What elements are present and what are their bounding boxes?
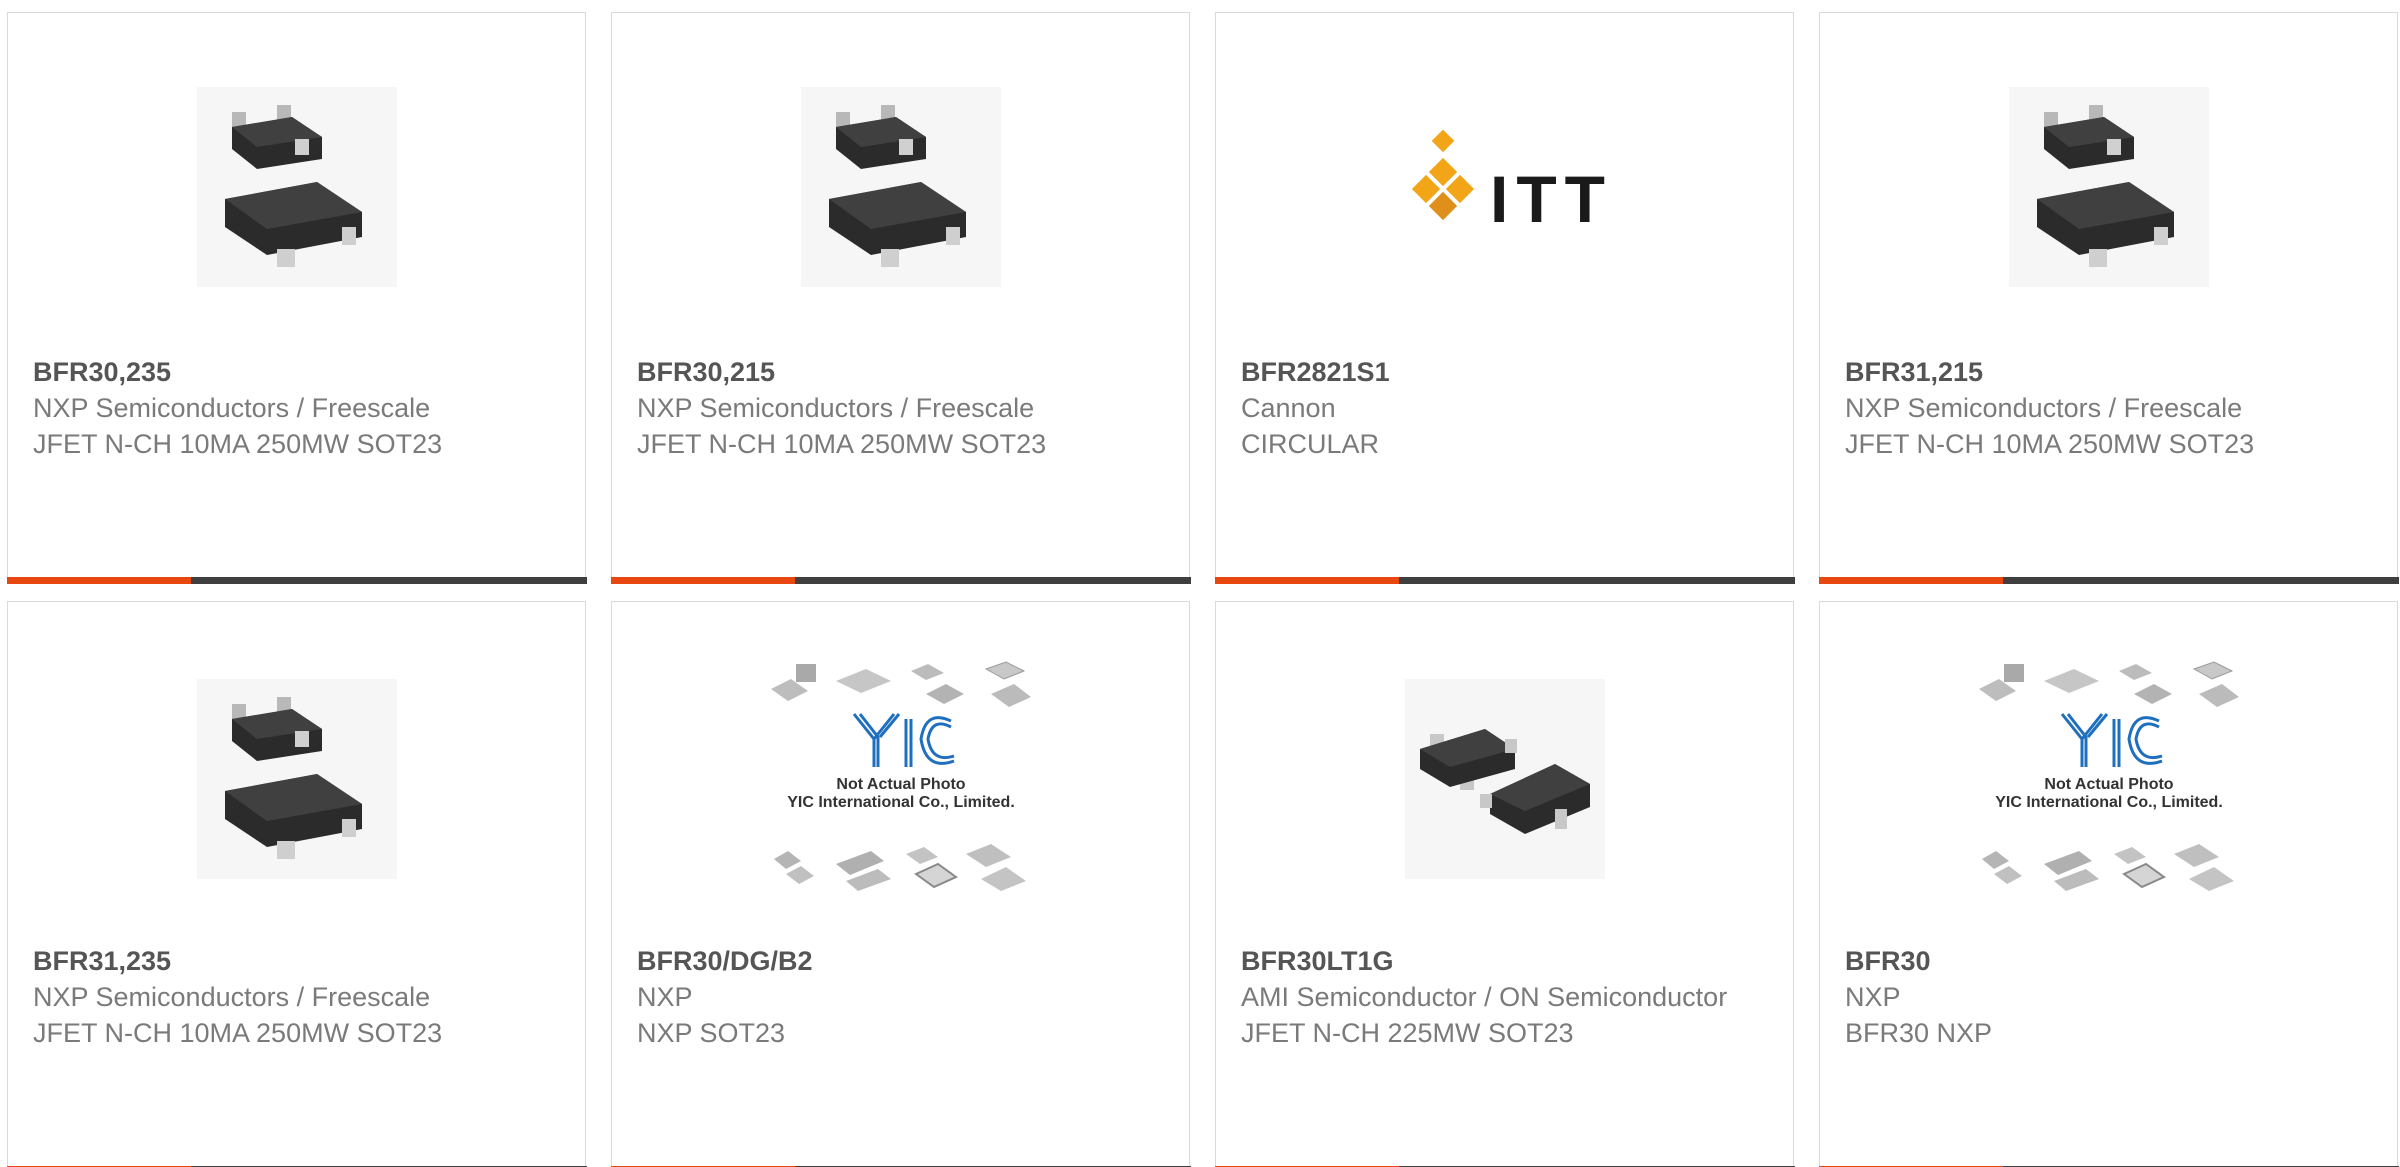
card-bottom-bar — [1818, 577, 2399, 584]
yic-placeholder-image: Not Actual Photo YIC International Co., … — [770, 661, 1031, 891]
sot23-transistor-icon — [196, 679, 397, 879]
product-image: ITT — [1216, 77, 1793, 297]
manufacturer: NXP — [1845, 982, 1901, 1012]
manufacturer: NXP Semiconductors / Freescale — [33, 982, 431, 1012]
manufacturer: Cannon — [1241, 393, 1336, 423]
product-image — [8, 669, 585, 889]
part-number[interactable]: BFR31,215 — [1845, 354, 2377, 390]
product-card[interactable]: Not Actual Photo YIC International Co., … — [610, 601, 1191, 1167]
product-info: BFR30,215 NXP Semiconductors / Freescale… — [637, 354, 1169, 462]
product-image: Not Actual Photo YIC International Co., … — [1820, 661, 2397, 891]
description: NXP SOT23 — [637, 1018, 786, 1048]
product-info: BFR30,235 NXP Semiconductors / Freescale… — [33, 354, 565, 462]
image-caption: YIC International Co., Limited. — [787, 794, 1015, 811]
manufacturer: NXP Semiconductors / Freescale — [637, 393, 1035, 423]
product-info: BFR2821S1 Cannon CIRCULAR — [1241, 354, 1773, 462]
product-card[interactable]: ITT BFR2821S1 Cannon CIRCULAR — [1214, 12, 1795, 584]
sot23-transistor-icon — [800, 87, 1001, 287]
card-accent-bar — [610, 577, 795, 584]
product-image: Not Actual Photo YIC International Co., … — [612, 661, 1189, 891]
description: JFET N-CH 10MA 250MW SOT23 — [637, 429, 1047, 459]
manufacturer: NXP Semiconductors / Freescale — [33, 393, 431, 423]
part-number[interactable]: BFR30LT1G — [1241, 943, 1773, 979]
product-image — [1216, 669, 1793, 889]
part-number[interactable]: BFR31,235 — [33, 943, 565, 979]
part-number[interactable]: BFR30,215 — [637, 354, 1169, 390]
sot23-transistor-side-icon — [1404, 679, 1605, 879]
itt-logo: ITT — [1411, 129, 1613, 236]
manufacturer: NXP Semiconductors / Freescale — [1845, 393, 2243, 423]
product-image — [1820, 77, 2397, 297]
product-info: BFR30LT1G AMI Semiconductor / ON Semicon… — [1241, 943, 1773, 1051]
yic-placeholder-image: Not Actual Photo YIC International Co., … — [1978, 661, 2239, 891]
product-card[interactable]: BFR30,235 NXP Semiconductors / Freescale… — [6, 12, 587, 584]
card-accent-bar — [1818, 577, 2003, 584]
image-caption: Not Actual Photo — [2044, 776, 2173, 793]
card-accent-bar — [1214, 577, 1399, 584]
product-info: BFR31,215 NXP Semiconductors / Freescale… — [1845, 354, 2377, 462]
product-image — [8, 77, 585, 297]
description: JFET N-CH 10MA 250MW SOT23 — [33, 1018, 443, 1048]
manufacturer: NXP — [637, 982, 693, 1012]
description: BFR30 NXP — [1845, 1018, 1993, 1048]
card-bottom-bar — [6, 577, 587, 584]
product-card[interactable]: BFR30LT1G AMI Semiconductor / ON Semicon… — [1214, 601, 1795, 1167]
logo-text: ITT — [1490, 162, 1613, 236]
description: CIRCULAR — [1241, 429, 1380, 459]
card-bottom-bar — [610, 577, 1191, 584]
part-number[interactable]: BFR30,235 — [33, 354, 565, 390]
product-card[interactable]: BFR30,215 NXP Semiconductors / Freescale… — [610, 12, 1191, 584]
product-info: BFR30 NXP BFR30 NXP — [1845, 943, 2377, 1051]
description: JFET N-CH 10MA 250MW SOT23 — [1845, 429, 2255, 459]
product-grid: BFR30,235 NXP Semiconductors / Freescale… — [0, 0, 2400, 1167]
sot23-transistor-icon — [196, 87, 397, 287]
image-caption: YIC International Co., Limited. — [1995, 794, 2223, 811]
card-bottom-bar — [1214, 577, 1795, 584]
product-card[interactable]: BFR31,235 NXP Semiconductors / Freescale… — [6, 601, 587, 1167]
card-accent-bar — [6, 577, 191, 584]
sot23-transistor-icon — [2008, 87, 2209, 287]
product-info: BFR30/DG/B2 NXP NXP SOT23 — [637, 943, 1169, 1051]
description: JFET N-CH 10MA 250MW SOT23 — [33, 429, 443, 459]
product-info: BFR31,235 NXP Semiconductors / Freescale… — [33, 943, 565, 1051]
image-caption: Not Actual Photo — [836, 776, 965, 793]
part-number[interactable]: BFR30 — [1845, 943, 2377, 979]
product-image — [612, 77, 1189, 297]
product-card[interactable]: BFR31,215 NXP Semiconductors / Freescale… — [1818, 12, 2399, 584]
part-number[interactable]: BFR2821S1 — [1241, 354, 1773, 390]
description: JFET N-CH 225MW SOT23 — [1241, 1018, 1574, 1048]
manufacturer: AMI Semiconductor / ON Semiconductor — [1241, 982, 1728, 1012]
part-number[interactable]: BFR30/DG/B2 — [637, 943, 1169, 979]
product-card[interactable]: Not Actual Photo YIC International Co., … — [1818, 601, 2399, 1167]
